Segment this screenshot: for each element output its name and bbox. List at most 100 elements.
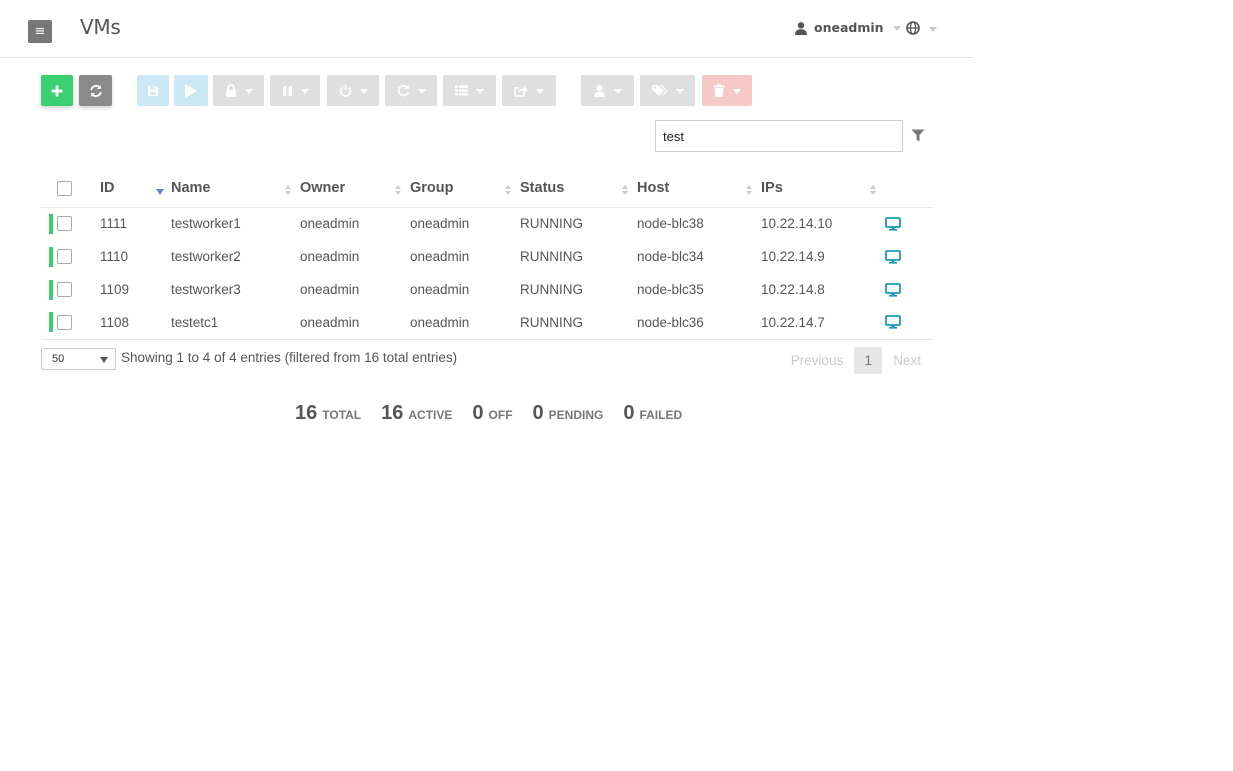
sort-icon	[870, 185, 877, 197]
chevron-down-icon	[300, 89, 309, 94]
cell-id: 1109	[100, 282, 130, 297]
list-icon	[455, 85, 468, 96]
cell-actions	[885, 207, 933, 240]
reboot-button[interactable]	[385, 75, 437, 106]
cell-status: RUNNING	[520, 282, 583, 297]
column-header-group[interactable]: Group	[410, 170, 520, 208]
cell-host: node-blc34	[637, 249, 704, 264]
monitor-icon[interactable]	[885, 249, 901, 264]
chevron-down-icon	[417, 89, 426, 94]
page-length-select[interactable]: 50	[41, 348, 116, 370]
sort-icon	[746, 185, 753, 197]
status-indicator	[49, 246, 53, 267]
cell-group: oneadmin	[410, 249, 470, 264]
cell-status: RUNNING	[520, 306, 637, 340]
chevron-down-icon	[244, 89, 253, 94]
pause-icon	[282, 85, 292, 96]
play-button[interactable]	[174, 75, 208, 106]
save-button[interactable]	[137, 75, 169, 106]
chevron-down-icon	[536, 89, 544, 94]
cell-ips: 10.22.14.10	[761, 216, 833, 232]
cell-status: RUNNING	[520, 216, 583, 232]
cell-ips: 10.22.14.9	[761, 249, 825, 264]
pause-button[interactable]	[270, 75, 320, 106]
page-title: VMs	[80, 15, 121, 39]
cell-ips: 10.22.14.8	[761, 282, 825, 297]
row-checkbox[interactable]	[57, 282, 72, 297]
next-page-button[interactable]: Next	[893, 353, 921, 368]
trash-icon	[713, 84, 725, 97]
sort-desc-icon	[156, 185, 164, 197]
vm-stats: 16 TOTAL 16 ACTIVE 0 OFF 0 PENDING 0 FAI…	[295, 402, 702, 425]
cell-owner: oneadmin	[300, 306, 410, 340]
change-owner-button[interactable]	[581, 75, 634, 106]
row-checkbox[interactable]	[57, 249, 72, 264]
search-input[interactable]	[655, 120, 903, 152]
user-menu[interactable]: oneadmin	[794, 20, 901, 35]
cell-owner: oneadmin	[300, 282, 360, 297]
refresh-button[interactable]	[79, 75, 112, 106]
user-name: oneadmin	[814, 20, 884, 35]
select-all-checkbox[interactable]	[57, 180, 72, 196]
power-icon	[339, 84, 351, 97]
lock-button[interactable]	[213, 75, 264, 106]
reboot-icon	[397, 84, 409, 97]
cell-status: RUNNING	[520, 249, 583, 264]
lock-icon	[225, 84, 236, 97]
column-header-owner[interactable]: Owner	[300, 170, 410, 208]
stat-active: 16 ACTIVE	[381, 402, 453, 424]
cell-group: oneadmin	[410, 282, 470, 297]
cell-actions	[885, 306, 933, 340]
sort-icon	[622, 185, 629, 197]
cell-host: node-blc36	[637, 306, 761, 340]
filter-icon[interactable]	[911, 129, 925, 142]
refresh-icon	[89, 84, 102, 97]
tags-icon	[652, 85, 667, 96]
cell-name: testworker3	[171, 282, 241, 297]
column-header-host[interactable]: Host	[637, 170, 761, 208]
save-icon	[148, 85, 158, 96]
monitor-icon[interactable]	[885, 315, 901, 329]
cell-actions	[885, 240, 933, 273]
export-button[interactable]	[502, 75, 556, 106]
chevron-down-icon	[892, 26, 901, 31]
table-row[interactable]: 1108 testetc1 oneadmin oneadmin RUNNING …	[41, 306, 933, 340]
table-row[interactable]: 1111 testworker1 oneadmin oneadmin RUNNI…	[41, 207, 933, 240]
cell-group: oneadmin	[410, 216, 470, 232]
previous-page-button[interactable]: Previous	[791, 353, 844, 368]
monitor-icon[interactable]	[885, 282, 901, 297]
column-header-status[interactable]: Status	[520, 170, 637, 208]
column-header-name[interactable]: Name	[171, 170, 300, 208]
hamburger-icon[interactable]: ≡	[28, 20, 52, 43]
cell-ips: 10.22.14.7	[761, 306, 885, 340]
column-header-id[interactable]: ID	[100, 170, 171, 208]
labels-button[interactable]	[640, 75, 695, 106]
cell-group: oneadmin	[410, 306, 520, 340]
globe-icon	[906, 21, 920, 35]
plus-icon	[51, 85, 63, 96]
column-header-actions	[885, 170, 933, 208]
power-button[interactable]	[327, 75, 379, 106]
chevron-down-icon	[100, 357, 108, 363]
language-menu[interactable]	[906, 21, 937, 35]
delete-button[interactable]	[702, 75, 752, 106]
table-row[interactable]: 1110 testworker2 oneadmin oneadmin RUNNI…	[41, 240, 933, 273]
row-checkbox[interactable]	[57, 216, 72, 232]
create-button[interactable]	[41, 75, 73, 106]
sort-icon	[395, 185, 402, 197]
table-row[interactable]: 1109 testworker3 oneadmin oneadmin RUNNI…	[41, 273, 933, 306]
cell-id: 1111	[100, 216, 128, 232]
cell-owner: oneadmin	[300, 216, 360, 232]
cell-name: testworker2	[171, 249, 241, 264]
sort-icon	[505, 185, 512, 197]
monitor-icon[interactable]	[885, 216, 901, 231]
column-header-ips[interactable]: IPs	[761, 170, 885, 208]
cell-host: node-blc35	[637, 282, 704, 297]
top-header: ≡ VMs oneadmin	[0, 0, 973, 58]
page-1-button[interactable]: 1	[854, 347, 883, 374]
user-icon	[795, 21, 807, 35]
list-button[interactable]	[443, 75, 496, 106]
chevron-down-icon	[733, 89, 741, 94]
chevron-down-icon	[359, 89, 368, 94]
row-checkbox[interactable]	[57, 314, 72, 330]
